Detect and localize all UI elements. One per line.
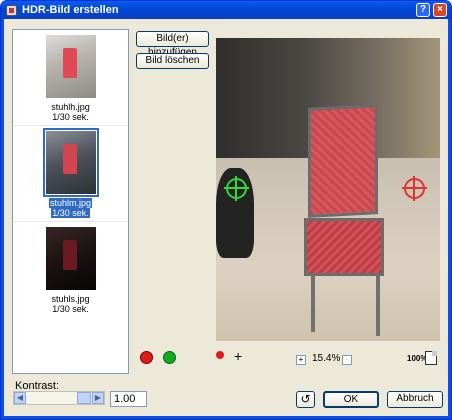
window-border-right bbox=[448, 19, 451, 419]
thumbnail-filename: stuhlh.jpg bbox=[51, 102, 90, 112]
chair-seat bbox=[304, 218, 384, 276]
thumbnail-exposure: 1/30 sek. bbox=[52, 112, 89, 122]
chair-backrest bbox=[308, 104, 378, 218]
thumbnail-filename: stuhlm.jpg bbox=[48, 198, 93, 208]
app-icon bbox=[6, 4, 17, 16]
window-border-bottom bbox=[1, 416, 451, 419]
window-title: HDR-Bild erstellen bbox=[22, 4, 119, 16]
title-bar[interactable]: HDR-Bild erstellen ? × bbox=[1, 1, 451, 19]
delete-image-button[interactable]: Bild löschen bbox=[136, 53, 209, 69]
reset-icon[interactable]: ↺ bbox=[296, 391, 315, 408]
thumbnail-item-selected[interactable]: stuhlm.jpg 1/30 sek. bbox=[13, 126, 128, 222]
close-button[interactable]: × bbox=[433, 3, 447, 17]
thumbnail-item[interactable]: stuhls.jpg 1/30 sek. bbox=[13, 222, 128, 318]
green-marker-icon[interactable] bbox=[163, 351, 176, 364]
slider-right-arrow[interactable]: ▶ bbox=[92, 392, 104, 404]
red-alignment-marker[interactable] bbox=[402, 176, 427, 201]
ok-button[interactable]: OK bbox=[323, 391, 379, 408]
thumbnail-exposure: 1/30 sek. bbox=[52, 304, 89, 314]
move-points-icon[interactable] bbox=[216, 351, 224, 359]
cancel-button[interactable]: Abbruch bbox=[387, 391, 443, 408]
thumbnail-list[interactable]: stuhlh.jpg 1/30 sek. stuhlm.jpg 1/30 sek… bbox=[12, 29, 129, 374]
kontrast-slider[interactable]: ◀ ▶ bbox=[13, 391, 105, 405]
slider-thumb[interactable] bbox=[77, 392, 91, 404]
green-alignment-marker[interactable] bbox=[224, 176, 249, 201]
window-border-left bbox=[1, 19, 4, 419]
thumbnail-exposure: 1/30 sek. bbox=[51, 208, 90, 218]
red-marker-icon[interactable] bbox=[140, 351, 153, 364]
slider-left-arrow[interactable]: ◀ bbox=[14, 392, 26, 404]
zoom-in-button[interactable]: + bbox=[296, 355, 306, 365]
hdr-dialog-window: HDR-Bild erstellen ? × stuhlh.jpg 1/30 s… bbox=[0, 0, 452, 420]
thumbnail-image bbox=[46, 35, 96, 98]
crosshair-icon[interactable]: + bbox=[234, 348, 242, 364]
kontrast-value-input[interactable]: 1.00 bbox=[110, 391, 147, 407]
thumbnail-image bbox=[43, 128, 99, 197]
help-button[interactable]: ? bbox=[416, 3, 430, 17]
thumbnail-filename: stuhls.jpg bbox=[51, 294, 90, 304]
fit-page-icon[interactable] bbox=[425, 351, 437, 365]
zoom-out-button[interactable]: - bbox=[342, 355, 352, 365]
thumbnail-image bbox=[46, 227, 96, 290]
add-images-button[interactable]: Bild(er) hinzufügen bbox=[136, 31, 209, 58]
thumbnail-item[interactable]: stuhlh.jpg 1/30 sek. bbox=[13, 30, 128, 126]
zoom-level: 15.4% bbox=[312, 353, 341, 364]
